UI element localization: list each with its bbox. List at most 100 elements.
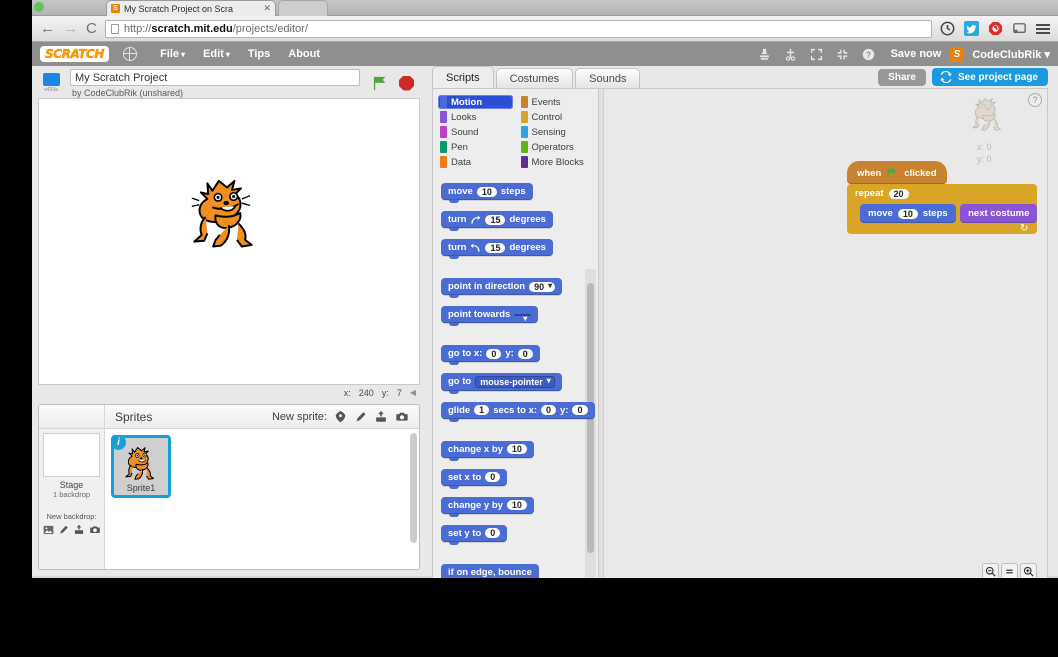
block-input[interactable]: 0 bbox=[485, 528, 501, 538]
camera-backdrop-icon[interactable] bbox=[89, 524, 101, 535]
back-icon[interactable]: ← bbox=[40, 21, 55, 36]
block-input[interactable]: 20 bbox=[888, 188, 909, 199]
palette-block-change-y-by[interactable]: change y by 10 bbox=[441, 496, 534, 517]
reload-icon[interactable]: C bbox=[86, 21, 97, 36]
block-input[interactable]: 10 bbox=[506, 444, 527, 454]
block-input[interactable]: 1 bbox=[474, 405, 490, 415]
adblock-icon[interactable] bbox=[988, 21, 1003, 36]
block-dropdown[interactable]: mouse-pointer bbox=[475, 375, 555, 388]
window-traffic-lights[interactable] bbox=[32, 2, 44, 12]
block-move-steps[interactable]: move 10 steps bbox=[860, 204, 956, 223]
choose-backdrop-icon[interactable] bbox=[43, 525, 54, 535]
category-events[interactable]: Events bbox=[519, 95, 594, 109]
palette-block-set-x-to[interactable]: set x to 0 bbox=[441, 468, 508, 489]
block-input[interactable]: 0 bbox=[541, 405, 557, 415]
block-repeat[interactable]: repeat 20 move 10 steps next costume ↻ bbox=[847, 184, 1038, 234]
block-input[interactable]: 10 bbox=[506, 500, 527, 510]
stage-selector-column[interactable]: Stage 1 backdrop New backdrop: bbox=[39, 429, 105, 569]
save-now-button[interactable]: Save now bbox=[891, 48, 942, 60]
palette-block-turn-right[interactable]: turn 15 degrees bbox=[441, 211, 553, 231]
menu-item-tips[interactable]: Tips bbox=[239, 48, 279, 60]
palette-block-move-steps[interactable]: move 10 steps bbox=[441, 183, 533, 203]
tab-sounds[interactable]: Sounds bbox=[575, 68, 641, 88]
browser-tab[interactable]: S My Scratch Project on Scra ✕ bbox=[106, 0, 276, 16]
scratch-cat-sprite[interactable] bbox=[191, 177, 273, 257]
category-motion[interactable]: Motion bbox=[438, 95, 513, 109]
camera-sprite-icon[interactable] bbox=[395, 410, 409, 423]
palette-block-if-on-edge-bounce[interactable]: if on edge, bounce bbox=[441, 563, 539, 578]
globe-icon[interactable] bbox=[122, 46, 138, 61]
see-project-page-button[interactable]: See project page bbox=[931, 68, 1048, 86]
forward-icon[interactable]: → bbox=[63, 21, 78, 36]
twitter-icon[interactable] bbox=[964, 21, 979, 36]
upload-sprite-icon[interactable] bbox=[374, 410, 388, 423]
block-next-costume[interactable]: next costume bbox=[960, 204, 1038, 223]
menu-item-edit[interactable]: Edit ▾ bbox=[194, 48, 239, 60]
stage-canvas[interactable] bbox=[38, 98, 420, 385]
category-control[interactable]: Control bbox=[519, 110, 594, 124]
zoom-out-button[interactable] bbox=[982, 562, 999, 578]
cut-icon[interactable] bbox=[784, 48, 797, 61]
upload-backdrop-icon[interactable] bbox=[73, 524, 85, 535]
help-icon[interactable]: ? bbox=[862, 48, 875, 61]
maximize-window-button[interactable] bbox=[34, 2, 44, 12]
block-input[interactable]: 0 bbox=[572, 405, 588, 415]
share-button[interactable]: Share bbox=[878, 68, 926, 86]
stage-thumbnail[interactable] bbox=[43, 433, 100, 477]
menu-item-about[interactable]: About bbox=[279, 48, 329, 60]
palette-block-glide[interactable]: glide 1 secs to x: 0 y: 0 bbox=[441, 401, 595, 422]
block-input[interactable]: 0 bbox=[517, 348, 533, 359]
user-avatar[interactable]: S bbox=[949, 46, 965, 62]
palette-block-go-to-xy[interactable]: go to x: 0 y: 0 bbox=[441, 345, 540, 365]
zoom-reset-button[interactable] bbox=[1001, 562, 1018, 578]
block-when-green-flag-clicked[interactable]: when clicked bbox=[847, 161, 947, 184]
tab-scripts[interactable]: Scripts bbox=[432, 66, 494, 88]
block-input[interactable]: 0 bbox=[486, 348, 502, 359]
choose-sprite-icon[interactable] bbox=[334, 410, 347, 423]
help-icon[interactable]: ? bbox=[1028, 93, 1042, 107]
palette-block-point-in-direction[interactable]: point in direction 90 bbox=[441, 278, 563, 298]
category-data[interactable]: Data bbox=[438, 155, 513, 169]
block-input[interactable]: 15 bbox=[485, 242, 506, 253]
block-input[interactable]: 10 bbox=[476, 186, 497, 197]
chrome-menu-icon[interactable] bbox=[1036, 23, 1050, 34]
block-dropdown[interactable] bbox=[514, 313, 532, 323]
shrink-icon[interactable] bbox=[836, 48, 849, 61]
stage-size-toggle[interactable]: v429a bbox=[38, 70, 64, 96]
green-flag-icon[interactable] bbox=[372, 75, 389, 92]
sprite-thumbnail-sprite1[interactable]: i Sprite1 bbox=[111, 435, 171, 498]
scripts-canvas[interactable]: x: 0 y: 0 ? when clicked repeat 20 move … bbox=[598, 88, 1048, 578]
category-pen[interactable]: Pen bbox=[438, 140, 513, 154]
category-operators[interactable]: Operators bbox=[519, 140, 594, 154]
new-tab-button[interactable] bbox=[278, 0, 328, 16]
category-looks[interactable]: Looks bbox=[438, 110, 513, 124]
block-input[interactable]: 15 bbox=[485, 214, 506, 225]
stop-sign-icon[interactable] bbox=[399, 75, 414, 91]
block-input[interactable]: 10 bbox=[897, 208, 918, 219]
block-input[interactable]: 0 bbox=[485, 472, 501, 482]
sprite-list-scrollbar[interactable] bbox=[410, 433, 417, 543]
category-sound[interactable]: Sound bbox=[438, 125, 513, 139]
history-icon[interactable] bbox=[940, 21, 955, 36]
menu-item-file[interactable]: File ▾ bbox=[151, 48, 194, 60]
block-dropdown[interactable]: 90 bbox=[529, 281, 556, 292]
grow-icon[interactable] bbox=[810, 48, 823, 61]
collapse-arrow-icon[interactable]: ◀ bbox=[410, 388, 416, 397]
scratch-logo[interactable]: SCRATCH bbox=[40, 46, 110, 62]
zoom-in-button[interactable] bbox=[1020, 562, 1037, 578]
paint-backdrop-icon[interactable] bbox=[58, 524, 69, 535]
category-more-blocks[interactable]: More Blocks bbox=[519, 155, 594, 169]
paint-sprite-icon[interactable] bbox=[354, 410, 367, 423]
close-icon[interactable]: ✕ bbox=[259, 3, 271, 14]
stamp-icon[interactable] bbox=[758, 48, 771, 61]
palette-block-point-towards[interactable]: point towards bbox=[441, 306, 539, 326]
script-stack[interactable]: when clicked repeat 20 move 10 steps nex… bbox=[847, 161, 1047, 234]
palette-block-turn-left[interactable]: turn 15 degrees bbox=[441, 239, 553, 259]
palette-block-change-x-by[interactable]: change x by 10 bbox=[441, 440, 534, 461]
address-bar[interactable]: http://scratch.mit.edu/projects/editor/ bbox=[104, 19, 932, 38]
cast-icon[interactable] bbox=[1012, 21, 1027, 36]
palette-block-go-to-target[interactable]: go to mouse-pointer bbox=[441, 372, 562, 394]
username-menu[interactable]: CodeClubRik ▾ bbox=[972, 48, 1050, 61]
palette-block-set-y-to[interactable]: set y to 0 bbox=[441, 524, 508, 545]
tab-costumes[interactable]: Costumes bbox=[495, 68, 574, 88]
